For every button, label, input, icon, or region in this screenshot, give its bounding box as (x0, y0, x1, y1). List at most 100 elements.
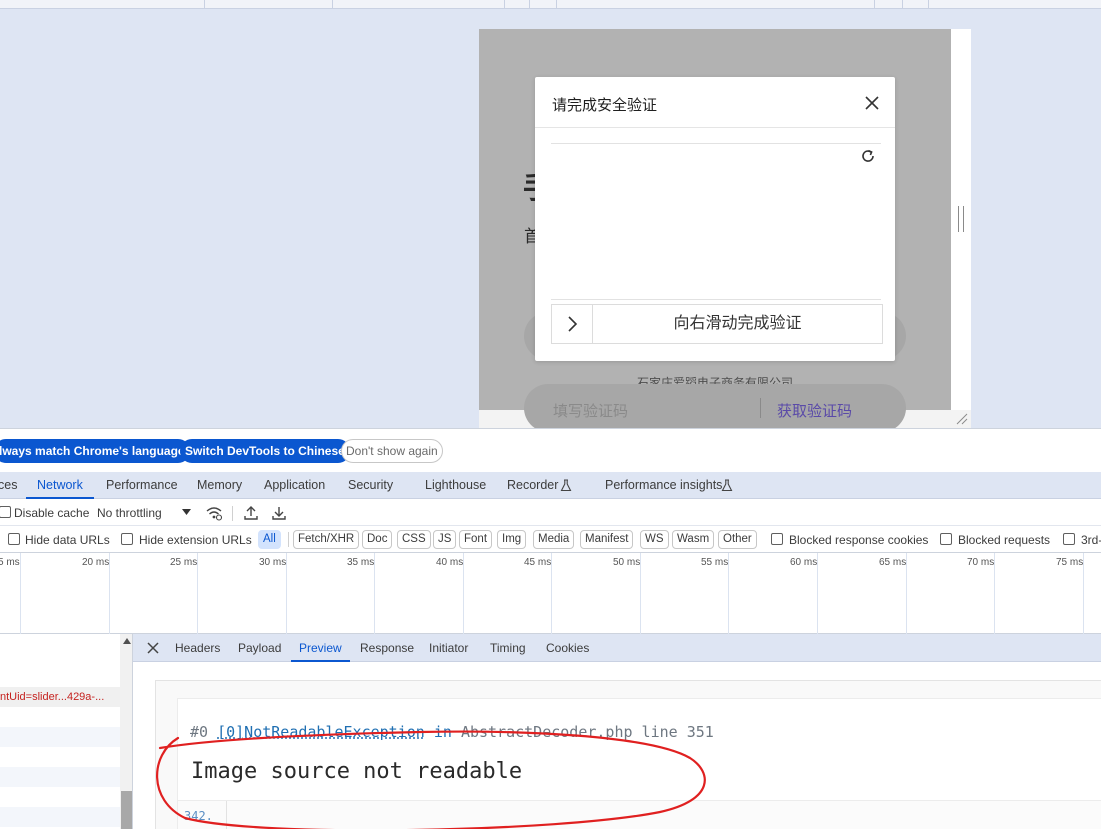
exception-location: AbstractDecoder.php line 351 (460, 723, 714, 741)
third-party-checkbox[interactable] (1063, 533, 1075, 545)
captcha-slider-track[interactable]: 向右滑动完成验证 (551, 304, 883, 344)
error-page-panel: #0 [0]NotReadableException in AbstractDe… (177, 698, 1101, 829)
code-excerpt: 342. (178, 800, 1101, 829)
filter-fetch-xhr[interactable]: Fetch/XHR (293, 530, 360, 549)
request-detail-pane: Headers Payload Preview Response Initiat… (133, 634, 1101, 829)
captcha-title: 请完成安全验证 (552, 97, 658, 114)
timeline-tick-label: 20 ms (82, 557, 110, 568)
tab-recorder[interactable]: Recorder (507, 472, 558, 499)
tab-preview[interactable]: Preview (291, 634, 350, 662)
exception-message: Image source not readable (191, 759, 523, 784)
captcha-image-area (551, 143, 881, 300)
tab-memory[interactable]: Memory (197, 472, 242, 499)
tab-timing[interactable]: Timing (490, 634, 526, 662)
hide-extension-urls-label: Hide extension URLs (139, 533, 252, 547)
captcha-dialog: 请完成安全验证 向右滑动完成验证 (535, 77, 895, 361)
tab-cookies[interactable]: Cookies (546, 634, 589, 662)
timeline-tick-label: 35 ms (347, 557, 375, 568)
tab-security[interactable]: Security (348, 472, 393, 499)
tab-performance-insights[interactable]: Performance insights (605, 472, 722, 499)
timeline-tick-label: 30 ms (259, 557, 287, 568)
line-number: 342. (184, 809, 213, 823)
filter-manifest[interactable]: Manifest (580, 530, 634, 549)
blocked-response-cookies-label: Blocked response cookies (789, 533, 929, 547)
scrollbar-thumb[interactable] (121, 791, 132, 829)
network-conditions-icon[interactable] (205, 504, 223, 522)
in-keyword: in (424, 723, 461, 741)
close-icon[interactable] (146, 641, 160, 655)
exception-class-link[interactable]: [0]NotReadableException (217, 723, 425, 741)
filter-wasm[interactable]: Wasm (672, 530, 715, 549)
filter-js[interactable]: JS (433, 530, 457, 549)
switch-to-chinese-button[interactable]: Switch DevTools to Chinese (180, 439, 350, 463)
line-number-gutter (226, 801, 227, 829)
response-preview: #0 [0]NotReadableException in AbstractDe… (133, 663, 1101, 829)
tab-sources[interactable]: ces (0, 472, 17, 499)
network-filter-bar: Hide data URLs Hide extension URLs All F… (0, 526, 1101, 553)
tab-performance[interactable]: Performance (106, 472, 178, 499)
network-toolbar: Disable cache No throttling (0, 500, 1101, 526)
devtools-main-tabs: ces Network Performance Memory Applicati… (0, 472, 1101, 499)
list-item[interactable] (0, 727, 120, 747)
filter-other[interactable]: Other (718, 530, 757, 549)
list-item[interactable] (0, 807, 120, 827)
throttling-select[interactable]: No throttling (97, 506, 162, 520)
list-item[interactable] (0, 634, 120, 646)
list-item[interactable] (0, 767, 120, 787)
blocked-response-cookies-checkbox[interactable] (771, 533, 783, 545)
resize-corner-icon[interactable] (954, 411, 968, 425)
top-ruler (0, 0, 1101, 9)
tab-payload[interactable]: Payload (238, 634, 281, 662)
list-item[interactable] (0, 747, 120, 767)
filter-media[interactable]: Media (533, 530, 575, 549)
tab-initiator[interactable]: Initiator (429, 634, 468, 662)
filter-font[interactable]: Font (459, 530, 493, 549)
tab-application[interactable]: Application (264, 472, 325, 499)
list-item[interactable] (0, 707, 120, 727)
captcha-slider-handle[interactable] (552, 305, 593, 343)
list-item[interactable] (0, 787, 120, 807)
hide-extension-urls-checkbox[interactable] (121, 533, 133, 545)
devtools-panel: lways match Chrome's language Switch Dev… (0, 428, 1101, 829)
request-list: ntUid=slider...429a-... (0, 634, 133, 829)
filter-ws[interactable]: WS (640, 530, 669, 549)
language-infobar: lways match Chrome's language Switch Dev… (0, 429, 1101, 472)
experiment-flask-icon (560, 479, 572, 492)
network-timeline-overview[interactable]: 5 ms 20 ms 25 ms 30 ms 35 ms 40 ms 45 ms… (0, 553, 1101, 634)
export-har-icon[interactable] (270, 504, 288, 522)
dont-show-again-button[interactable]: Don't show again (341, 439, 443, 463)
tab-network[interactable]: Network (26, 472, 94, 499)
hide-data-urls-checkbox[interactable] (8, 533, 20, 545)
timeline-tick-label: 75 ms (1056, 557, 1084, 568)
detail-tabs: Headers Payload Preview Response Initiat… (133, 634, 1101, 662)
dropdown-arrow-icon[interactable] (182, 509, 191, 515)
disable-cache-checkbox[interactable] (0, 506, 11, 518)
tab-headers[interactable]: Headers (175, 634, 220, 662)
always-match-language-button[interactable]: lways match Chrome's language (0, 439, 190, 463)
captcha-slider-text: 向右滑动完成验证 (673, 315, 802, 332)
tab-lighthouse[interactable]: Lighthouse (425, 472, 486, 499)
timeline-tick-label: 40 ms (436, 557, 464, 568)
request-list-scrollbar[interactable] (120, 634, 132, 829)
tab-response[interactable]: Response (360, 634, 414, 662)
import-har-icon[interactable] (242, 504, 260, 522)
refresh-icon[interactable] (859, 147, 877, 165)
hide-data-urls-label: Hide data URLs (25, 533, 110, 547)
close-icon[interactable] (863, 94, 881, 112)
scroll-up-arrow-icon[interactable] (123, 638, 131, 644)
frame-prefix: #0 (190, 723, 218, 741)
filter-img[interactable]: Img (497, 530, 527, 549)
filter-all[interactable]: All (258, 530, 281, 549)
filter-css[interactable]: CSS (397, 530, 431, 549)
get-code-link: 获取验证码 (777, 403, 853, 420)
blocked-requests-checkbox[interactable] (940, 533, 952, 545)
timeline-tick-label: 5 ms (0, 557, 20, 568)
timeline-tick-label: 70 ms (967, 557, 995, 568)
exception-frame-line: #0 [0]NotReadableException in AbstractDe… (190, 723, 714, 741)
resize-handle-vertical[interactable] (958, 206, 964, 232)
page-viewport: 手 首 石家庄爱蹈电子商务有限公司 填写验证码 获取验证码 请完成安全验证 向右… (0, 0, 1101, 428)
blocked-requests-label: Blocked requests (958, 533, 1051, 547)
filter-doc[interactable]: Doc (362, 530, 393, 549)
filter-separator (288, 532, 289, 547)
list-item[interactable]: ntUid=slider...429a-... (0, 687, 120, 707)
